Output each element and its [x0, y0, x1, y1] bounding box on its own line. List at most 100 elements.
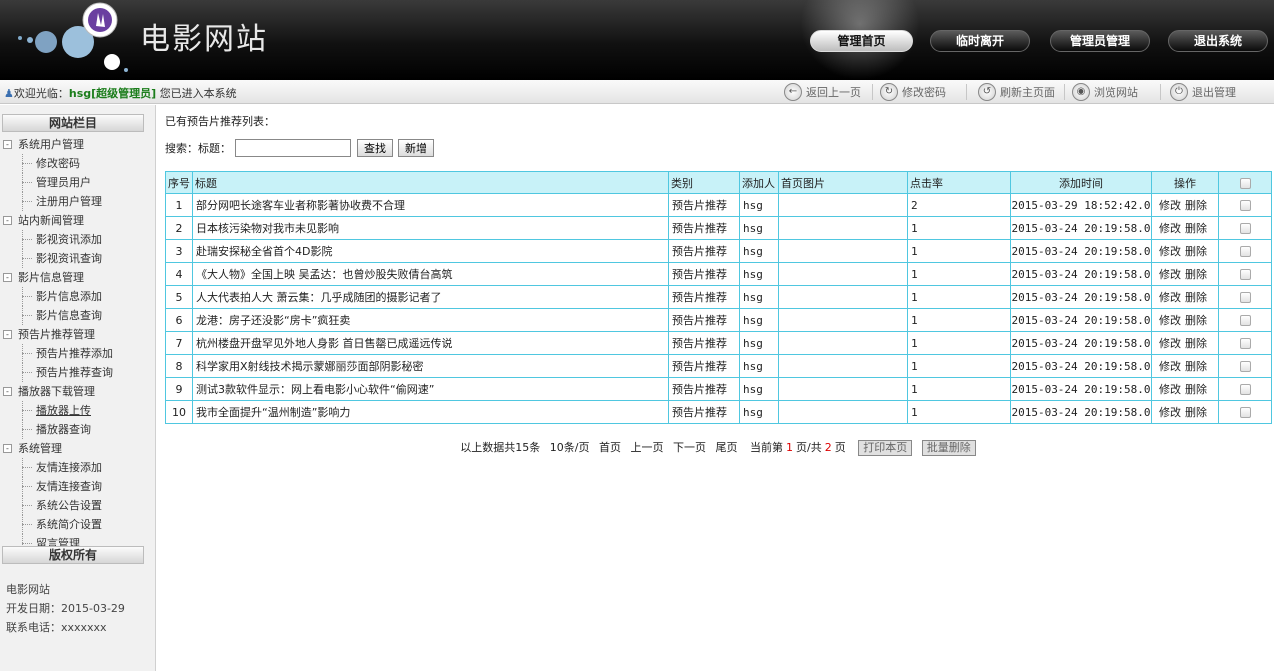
print-page-button[interactable]: 打印本页: [858, 440, 913, 456]
cell-no: 9: [165, 377, 193, 401]
delete-link[interactable]: 删除: [1185, 291, 1207, 304]
edit-link[interactable]: 修改: [1159, 199, 1181, 212]
nav-exit-system-button[interactable]: 退出系统: [1168, 30, 1268, 52]
sidebar-item-link-query[interactable]: 友情连接查询: [0, 477, 156, 496]
row-checkbox[interactable]: [1239, 269, 1251, 280]
sidebar-group-system[interactable]: - 系统管理: [0, 439, 156, 458]
cell-category: 预告片推荐: [668, 354, 740, 378]
pager-prev[interactable]: 上一页: [630, 441, 663, 454]
cell-category: 预告片推荐: [668, 239, 740, 263]
sidebar-item-trailer-add[interactable]: 预告片推荐添加: [0, 344, 156, 363]
delete-link[interactable]: 删除: [1185, 406, 1207, 419]
group-label: 预告片推荐管理: [18, 328, 95, 341]
row-checkbox[interactable]: [1239, 338, 1251, 349]
sidebar-item-player-upload[interactable]: 播放器上传: [0, 401, 156, 420]
welcome-prefix: 欢迎光临：: [13, 87, 69, 100]
sidebar-group-player-download[interactable]: - 播放器下载管理: [0, 382, 156, 401]
cell-clicks: 1: [907, 285, 1011, 309]
collapse-minus-icon[interactable]: -: [3, 216, 12, 225]
sidebar-item-player-query[interactable]: 播放器查询: [0, 420, 156, 439]
row-checkbox[interactable]: [1239, 384, 1251, 395]
pager-next[interactable]: 下一页: [673, 441, 706, 454]
row-checkbox[interactable]: [1239, 246, 1251, 257]
row-checkbox[interactable]: [1239, 292, 1251, 303]
delete-link[interactable]: 删除: [1185, 245, 1207, 258]
select-all-checkbox[interactable]: [1239, 177, 1251, 189]
delete-link[interactable]: 删除: [1185, 268, 1207, 281]
row-checkbox[interactable]: [1239, 200, 1251, 211]
pager-current: 当前第 1 页/共 2 页: [747, 441, 849, 454]
sidebar-item-intro-settings[interactable]: 系统简介设置: [0, 515, 156, 534]
back-button[interactable]: ← 返回上一页: [784, 82, 861, 102]
search-button[interactable]: 查找: [357, 139, 393, 157]
edit-link[interactable]: 修改: [1159, 222, 1181, 235]
collapse-minus-icon[interactable]: -: [3, 140, 12, 149]
change-password-button[interactable]: ↻ 修改密码: [880, 82, 946, 102]
col-header-image: 首页图片: [778, 171, 908, 194]
sidebar-item-film-query[interactable]: 影片信息查询: [0, 306, 156, 325]
edit-link[interactable]: 修改: [1159, 268, 1181, 281]
sidebar-item-registered-users[interactable]: 注册用户管理: [0, 192, 156, 211]
sidebar-group-system-users[interactable]: - 系统用户管理: [0, 135, 156, 154]
cell-no: 7: [165, 331, 193, 355]
delete-link[interactable]: 删除: [1185, 314, 1207, 327]
refresh-main-button[interactable]: ↺ 刷新主页面: [978, 82, 1055, 102]
batch-delete-button[interactable]: 批量删除: [921, 440, 976, 456]
edit-link[interactable]: 修改: [1159, 245, 1181, 258]
sidebar-group-site-news[interactable]: - 站内新闻管理: [0, 211, 156, 230]
delete-link[interactable]: 删除: [1185, 360, 1207, 373]
sidebar-item-change-password[interactable]: 修改密码: [0, 154, 156, 173]
nav-admin-home-button[interactable]: 管理首页: [810, 30, 913, 52]
edit-link[interactable]: 修改: [1159, 383, 1181, 396]
nav-admin-manage-button[interactable]: 管理员管理: [1050, 30, 1150, 52]
pager-first[interactable]: 首页: [599, 441, 621, 454]
sidebar-group-film-info[interactable]: - 影片信息管理: [0, 268, 156, 287]
row-checkbox[interactable]: [1239, 361, 1251, 372]
group-label: 系统用户管理: [18, 138, 84, 151]
pager-last[interactable]: 尾页: [715, 441, 737, 454]
title-search-input[interactable]: [235, 139, 351, 157]
cell-title: 科学家用X射线技术揭示蒙娜丽莎面部阴影秘密: [192, 354, 669, 378]
edit-link[interactable]: 修改: [1159, 291, 1181, 304]
edit-link[interactable]: 修改: [1159, 360, 1181, 373]
row-checkbox[interactable]: [1239, 407, 1251, 418]
cell-time: 2015-03-24 20:19:58.0: [1010, 354, 1152, 378]
row-checkbox[interactable]: [1239, 223, 1251, 234]
sidebar-item-film-add[interactable]: 影片信息添加: [0, 287, 156, 306]
sidebar-item-link-add[interactable]: 友情连接添加: [0, 458, 156, 477]
row-checkbox[interactable]: [1239, 315, 1251, 326]
trailer-table: 序号 标题 类别 添加人 首页图片 点击率 添加时间 操作 1 部分网吧长途客车业…: [165, 171, 1272, 424]
edit-link[interactable]: 修改: [1159, 337, 1181, 350]
browse-site-button[interactable]: ◉ 浏览网站: [1072, 82, 1138, 102]
delete-link[interactable]: 删除: [1185, 383, 1207, 396]
sidebar-item-admin-users[interactable]: 管理员用户: [0, 173, 156, 192]
sidebar-item-news-query[interactable]: 影视资讯查询: [0, 249, 156, 268]
exit-admin-button[interactable]: ⏻ 退出管理: [1170, 82, 1236, 102]
cell-time: 2015-03-24 20:19:58.0: [1010, 400, 1152, 424]
cell-title: 杭州楼盘开盘罕见外地人身影 首日售罄已成遥远传说: [192, 331, 669, 355]
cell-clicks: 1: [907, 400, 1011, 424]
edit-link[interactable]: 修改: [1159, 314, 1181, 327]
collapse-minus-icon[interactable]: -: [3, 273, 12, 282]
pager-total-pages: 2: [824, 441, 832, 454]
collapse-minus-icon[interactable]: -: [3, 330, 12, 339]
table-row: 7 杭州楼盘开盘罕见外地人身影 首日售罄已成遥远传说 预告片推荐 hsg 1 2015-0…: [165, 331, 1272, 355]
cell-clicks: 1: [907, 216, 1011, 240]
add-button[interactable]: 新增: [398, 139, 434, 157]
delete-link[interactable]: 删除: [1185, 222, 1207, 235]
sidebar-item-notice-settings[interactable]: 系统公告设置: [0, 496, 156, 515]
sidebar-group-trailer[interactable]: - 预告片推荐管理: [0, 325, 156, 344]
cell-actions: 修改 删除: [1151, 262, 1219, 286]
sidebar-item-trailer-query[interactable]: 预告片推荐查询: [0, 363, 156, 382]
edit-link[interactable]: 修改: [1159, 406, 1181, 419]
cell-adder: hsg: [739, 331, 779, 355]
nav-temporary-leave-button[interactable]: 临时离开: [930, 30, 1030, 52]
toolbar: ♟欢迎光临：hsg[超级管理员] 您已进入本系统 ← 返回上一页 ↻ 修改密码 ↺ 刷…: [0, 80, 1274, 104]
sidebar-item-news-add[interactable]: 影视资讯添加: [0, 230, 156, 249]
collapse-minus-icon[interactable]: -: [3, 444, 12, 453]
collapse-minus-icon[interactable]: -: [3, 387, 12, 396]
cell-category: 预告片推荐: [668, 400, 740, 424]
cell-no: 5: [165, 285, 193, 309]
delete-link[interactable]: 删除: [1185, 337, 1207, 350]
delete-link[interactable]: 删除: [1185, 199, 1207, 212]
